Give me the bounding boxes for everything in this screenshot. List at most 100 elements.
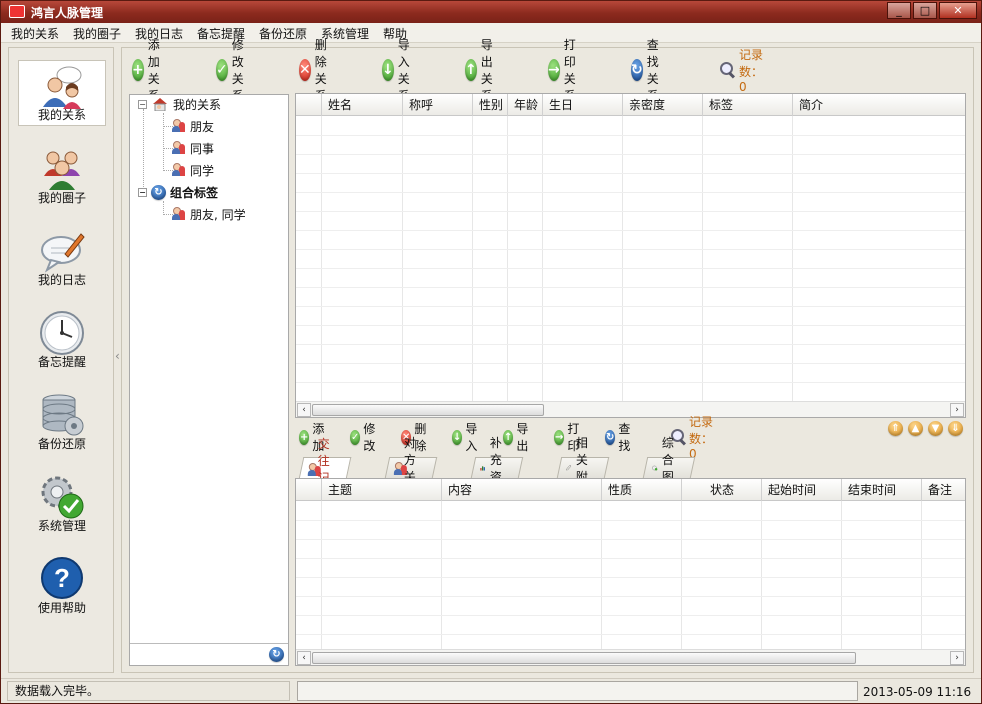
nav-backup-restore[interactable]: 备份还原 (18, 388, 106, 454)
record-count-text: 记录数：0 (688, 415, 713, 461)
tab-summary-chart[interactable]: 综合图表 (642, 436, 696, 501)
import-relation-button[interactable]: ↓导入关系 (382, 38, 420, 103)
last-record-icon[interactable]: ⇓ (948, 421, 963, 436)
add-relation-button[interactable]: +添加关系 (132, 38, 170, 103)
arrow-down-icon: ↓ (452, 429, 463, 445)
scroll-thumb[interactable] (312, 404, 544, 416)
house-people-icon (153, 98, 167, 111)
tree-label: 我的关系 (173, 97, 222, 112)
tab-their-relations[interactable]: 对方关系 (384, 436, 438, 501)
column-birthday[interactable]: 生日 (542, 94, 622, 116)
tree-node-friends-classmates[interactable]: 朋友, 同学 (172, 205, 246, 223)
column-subject[interactable]: 主题 (321, 479, 441, 501)
status-message: 数据载入完毕。 (7, 681, 290, 701)
nav-system[interactable]: 系统管理 (18, 470, 106, 536)
minimize-button[interactable]: _ (887, 2, 911, 19)
record-nav-arrows: ⇑ ▲ ▼ ⇓ (888, 421, 963, 436)
tree-node-classmates[interactable]: 同学 (172, 161, 214, 179)
delete-relation-button[interactable]: ✕删除关系 (299, 38, 337, 103)
status-datetime: 2013-05-09 11:16 (863, 685, 972, 699)
button-label: 查找 (618, 422, 631, 453)
plus-icon: + (132, 59, 144, 81)
nav-help[interactable]: ? 使用帮助 (18, 552, 106, 618)
paperclip-icon (566, 465, 572, 471)
horizontal-scrollbar[interactable]: ‹ › (296, 649, 965, 665)
tab-attachments[interactable]: 相关附件 (556, 436, 610, 501)
grid-header: 主题 内容 性质 状态 起始时间 结束时间 备注 (296, 479, 965, 501)
column-notes[interactable]: 备注 (921, 479, 965, 501)
prev-record-icon[interactable]: ▲ (908, 421, 923, 436)
nav-label: 我的日志 (37, 273, 86, 287)
tree-node-combo-tags[interactable]: − ↻ 组合标签 (138, 183, 218, 201)
person-icon (308, 463, 321, 476)
nav-my-relations[interactable]: 我的关系 (18, 60, 106, 126)
first-record-icon[interactable]: ⇑ (888, 421, 903, 436)
horizontal-scrollbar[interactable]: ‹ › (296, 401, 965, 417)
help-icon: ? (41, 557, 83, 599)
collapse-toggle-icon[interactable]: − (138, 99, 147, 109)
grid-header: 姓名 称呼 性别 年龄 生日 亲密度 标签 简介 (296, 94, 965, 116)
tree-node-colleagues[interactable]: 同事 (172, 139, 214, 157)
tab-interactions[interactable]: 交往记录 (298, 437, 352, 502)
find-button[interactable]: ↻ 查找 (605, 422, 635, 453)
tree-label: 同学 (190, 163, 215, 178)
nav-my-circles[interactable]: 我的圈子 (18, 142, 106, 208)
nav-my-journal[interactable]: 我的日志 (18, 224, 106, 290)
check-icon: ✓ (216, 59, 228, 81)
column-content[interactable]: 内容 (441, 479, 601, 501)
column-age[interactable]: 年龄 (507, 94, 542, 116)
tree-footer: ↻ (130, 643, 288, 665)
edit-button[interactable]: ✓ 修改 (350, 422, 380, 453)
column-tags[interactable]: 标签 (702, 94, 792, 116)
print-relation-button[interactable]: →打印关系 (548, 38, 586, 103)
tree-node-friends[interactable]: 朋友 (172, 117, 214, 135)
people-chat-icon (43, 66, 82, 109)
scroll-thumb[interactable] (312, 652, 856, 664)
scroll-left-icon[interactable]: ‹ (297, 403, 311, 417)
tree-label: 朋友, 同学 (190, 207, 246, 222)
database-icon (42, 394, 84, 436)
collapse-toggle-icon[interactable]: − (138, 187, 147, 197)
column-name[interactable]: 姓名 (321, 94, 402, 116)
column-intimacy[interactable]: 亲密度 (622, 94, 702, 116)
scroll-right-icon[interactable]: › (950, 651, 964, 665)
column-end-time[interactable]: 结束时间 (841, 479, 921, 501)
plus-icon: + (299, 429, 310, 445)
column-nature[interactable]: 性质 (601, 479, 681, 501)
people-icon (394, 462, 407, 475)
column-title[interactable]: 称呼 (402, 94, 472, 116)
nav-label: 备忘提醒 (37, 355, 86, 369)
person-icon (172, 163, 186, 177)
tab-extra-info[interactable]: 补充资料 (470, 436, 524, 501)
next-record-icon[interactable]: ▼ (928, 421, 943, 436)
menu-my-relations[interactable]: 我的关系 (11, 25, 59, 42)
menu-backup-restore[interactable]: 备份还原 (259, 25, 307, 42)
nav-label: 我的关系 (37, 108, 86, 122)
arrow-down-icon: ↓ (382, 59, 394, 81)
main-panel: +添加关系 ✓修改关系 ✕删除关系 ↓导入关系 ↑导出关系 →打印关系 ↻查找关… (121, 38, 974, 673)
menu-my-circles[interactable]: 我的圈子 (73, 25, 121, 42)
bar-chart-icon (480, 466, 485, 471)
refresh-icon: ↻ (151, 184, 166, 200)
import-button[interactable]: ↓ 导入 (452, 422, 482, 453)
relations-grid: 姓名 称呼 性别 年龄 生日 亲密度 标签 简介 ‹ › (295, 93, 966, 418)
export-relation-button[interactable]: ↑导出关系 (465, 38, 503, 103)
tree-label: 同事 (190, 141, 215, 156)
nav-reminders[interactable]: 备忘提醒 (18, 306, 106, 372)
scroll-right-icon[interactable]: › (950, 403, 964, 417)
column-gender[interactable]: 性别 (472, 94, 507, 116)
app-window: 鸿言人脉管理 _ □ ✕ 我的关系 我的圈子 我的日志 备忘提醒 备份还原 系统… (0, 0, 982, 704)
scroll-left-icon[interactable]: ‹ (297, 651, 311, 665)
person-icon (172, 207, 186, 221)
close-button[interactable]: ✕ (939, 2, 977, 19)
edit-relation-button[interactable]: ✓修改关系 (216, 38, 254, 103)
refresh-button[interactable]: ↻ (269, 647, 284, 662)
maximize-button[interactable]: □ (913, 2, 937, 19)
find-relation-button[interactable]: ↻查找关系 (631, 38, 669, 103)
tree-node-root[interactable]: − 我的关系 (138, 95, 221, 113)
refresh-icon: ↻ (605, 429, 616, 445)
column-intro[interactable]: 简介 (792, 94, 965, 116)
column-start-time[interactable]: 起始时间 (761, 479, 841, 501)
app-icon (9, 5, 25, 18)
column-status[interactable]: 状态 (681, 479, 761, 501)
